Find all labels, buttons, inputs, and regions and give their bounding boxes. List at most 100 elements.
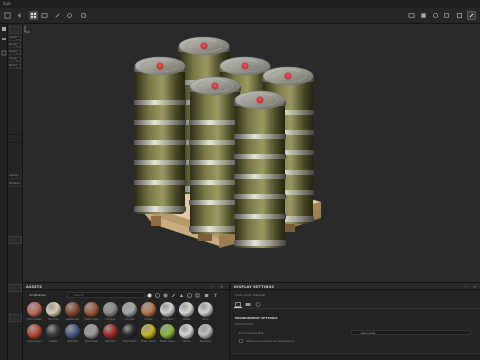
environment-filter-icon[interactable]: [187, 293, 192, 298]
texture-filter-icon[interactable]: [195, 293, 200, 298]
slider-block[interactable]: [9, 236, 22, 244]
material-preview-sphere: [122, 324, 137, 339]
material-thumbnail[interactable]: Plastic Gloss: [83, 302, 100, 323]
picker-icon[interactable]: [65, 11, 74, 20]
view-mode-value[interactable]: Material: [253, 293, 265, 297]
environment-map-value: panorama: [361, 331, 376, 335]
material-preview-sphere: [103, 302, 118, 317]
minimize-icon[interactable]: –: [211, 284, 216, 289]
material-preview-sphere: [65, 302, 80, 317]
material-preview-sphere: [27, 302, 42, 317]
material-thumbnail[interactable]: Wood Ash: [45, 302, 62, 323]
material-preview-sphere: [141, 302, 156, 317]
tab-viewer[interactable]: [254, 301, 262, 308]
mode-icon[interactable]: [455, 11, 464, 20]
prop-field[interactable]: [16, 50, 21, 54]
library-dropdown[interactable]: All libraries: [29, 293, 46, 298]
paint-icon[interactable]: [53, 11, 62, 20]
material-thumbnail[interactable]: Copper: [140, 302, 157, 323]
environment-map-label: Environment Map: [239, 331, 264, 335]
brush-filter-icon[interactable]: [171, 293, 176, 298]
material-thumbnail[interactable]: Plastic Black: [121, 324, 138, 345]
material-preview-sphere: [84, 324, 99, 339]
asset-search-input[interactable]: Search: [67, 292, 145, 298]
material-label: Wood Ash: [48, 318, 59, 321]
text-filter-icon[interactable]: [213, 293, 218, 298]
main-toolbar: [0, 8, 480, 24]
material-preview-sphere: [198, 302, 213, 317]
material-thumbnail[interactable]: Fabric Denim: [26, 324, 43, 345]
material-preview-sphere: [46, 302, 61, 317]
prop-field[interactable]: [16, 43, 21, 47]
display-settings-panel: DISPLAY SETTINGS – × View mode Material …: [231, 283, 480, 360]
material-thumbnail[interactable]: Fabric Suede: [26, 302, 43, 323]
close-icon[interactable]: ×: [220, 284, 225, 289]
settings-icon[interactable]: [442, 11, 451, 20]
material-thumbnail[interactable]: Iron Raw: [102, 302, 119, 323]
minimize-icon[interactable]: –: [464, 284, 469, 289]
material-thumbnail[interactable]: Steel Rough: [83, 324, 100, 345]
display-header: DISPLAY SETTINGS – ×: [231, 283, 480, 290]
material-thumbnail[interactable]: Paint Red: [102, 324, 119, 345]
alpha-filter-icon[interactable]: [179, 293, 184, 298]
material-thumbnail[interactable]: Leather Red: [64, 302, 81, 323]
material-thumbnail[interactable]: Chrome: [178, 324, 195, 345]
prop-row: Rough: [9, 43, 22, 48]
material-filter-icon[interactable]: [155, 293, 160, 298]
preset-slot[interactable]: [9, 26, 22, 34]
prop-field[interactable]: [16, 36, 21, 40]
3d-viewport[interactable]: [23, 24, 480, 282]
light-icon[interactable]: [79, 11, 88, 20]
brush-icon[interactable]: [1, 26, 7, 32]
environment-label: Environment: [235, 322, 253, 326]
material-label: Paint Blue: [67, 340, 78, 343]
sphere-filter-icon[interactable]: [147, 293, 152, 298]
material-label: Iron Raw: [105, 318, 116, 321]
share-icon[interactable]: [431, 11, 440, 20]
material-label: Steel Rough: [84, 340, 99, 343]
slider-block[interactable]: [9, 284, 22, 292]
material-preview-sphere: [122, 302, 137, 317]
material-thumbnail[interactable]: Rubber: [45, 324, 62, 345]
material-preview-sphere: [179, 324, 194, 339]
material-thumbnail[interactable]: Plastic Yellow: [140, 324, 157, 345]
divider: [8, 134, 23, 135]
background-option-label: Show environment as background: [246, 339, 294, 343]
material-thumbnail[interactable]: Plastic Green: [159, 324, 176, 345]
render-icon[interactable]: [407, 11, 416, 20]
image-filter-icon[interactable]: [204, 293, 209, 298]
background-checkbox[interactable]: [239, 339, 243, 343]
grid-view-icon[interactable]: [29, 11, 38, 20]
screenshot-icon[interactable]: [419, 11, 428, 20]
close-icon[interactable]: ×: [473, 284, 478, 289]
layers-icon[interactable]: [1, 50, 7, 56]
material-thumbnail[interactable]: Concrete: [121, 302, 138, 323]
material-thumbnail[interactable]: Paint Blue: [64, 324, 81, 345]
view-mode-label: View mode: [235, 293, 252, 297]
prop-row: Metal: [9, 50, 22, 55]
smart-material-icon[interactable]: [163, 293, 168, 298]
paint-mode-icon[interactable]: [467, 11, 476, 20]
prop-field[interactable]: [16, 64, 21, 68]
assets-header: ASSETS – ×: [23, 283, 229, 290]
material-preview-sphere: [179, 302, 194, 317]
material-thumbnail[interactable]: Marble: [178, 302, 195, 323]
undo-icon[interactable]: [15, 11, 24, 20]
layout-icon[interactable]: [3, 11, 12, 20]
tab-environment[interactable]: [234, 301, 242, 308]
camera-icon[interactable]: [40, 11, 49, 20]
material-preview-sphere: [160, 302, 175, 317]
material-thumbnail[interactable]: Gold Pure: [159, 302, 176, 323]
prop-field[interactable]: [16, 57, 21, 61]
display-tabs: [231, 300, 480, 309]
material-label: Aluminium: [199, 340, 212, 343]
tab-camera[interactable]: [244, 301, 252, 308]
material-preview-sphere: [141, 324, 156, 339]
material-thumbnail[interactable]: Decal: [197, 302, 214, 323]
slider-block[interactable]: [9, 314, 22, 322]
eraser-icon[interactable]: [1, 36, 7, 42]
app-title: Sub: [3, 1, 11, 6]
display-title: DISPLAY SETTINGS: [234, 285, 275, 289]
assets-toolbar: All libraries Search: [23, 291, 229, 300]
material-thumbnail[interactable]: Aluminium: [197, 324, 214, 345]
